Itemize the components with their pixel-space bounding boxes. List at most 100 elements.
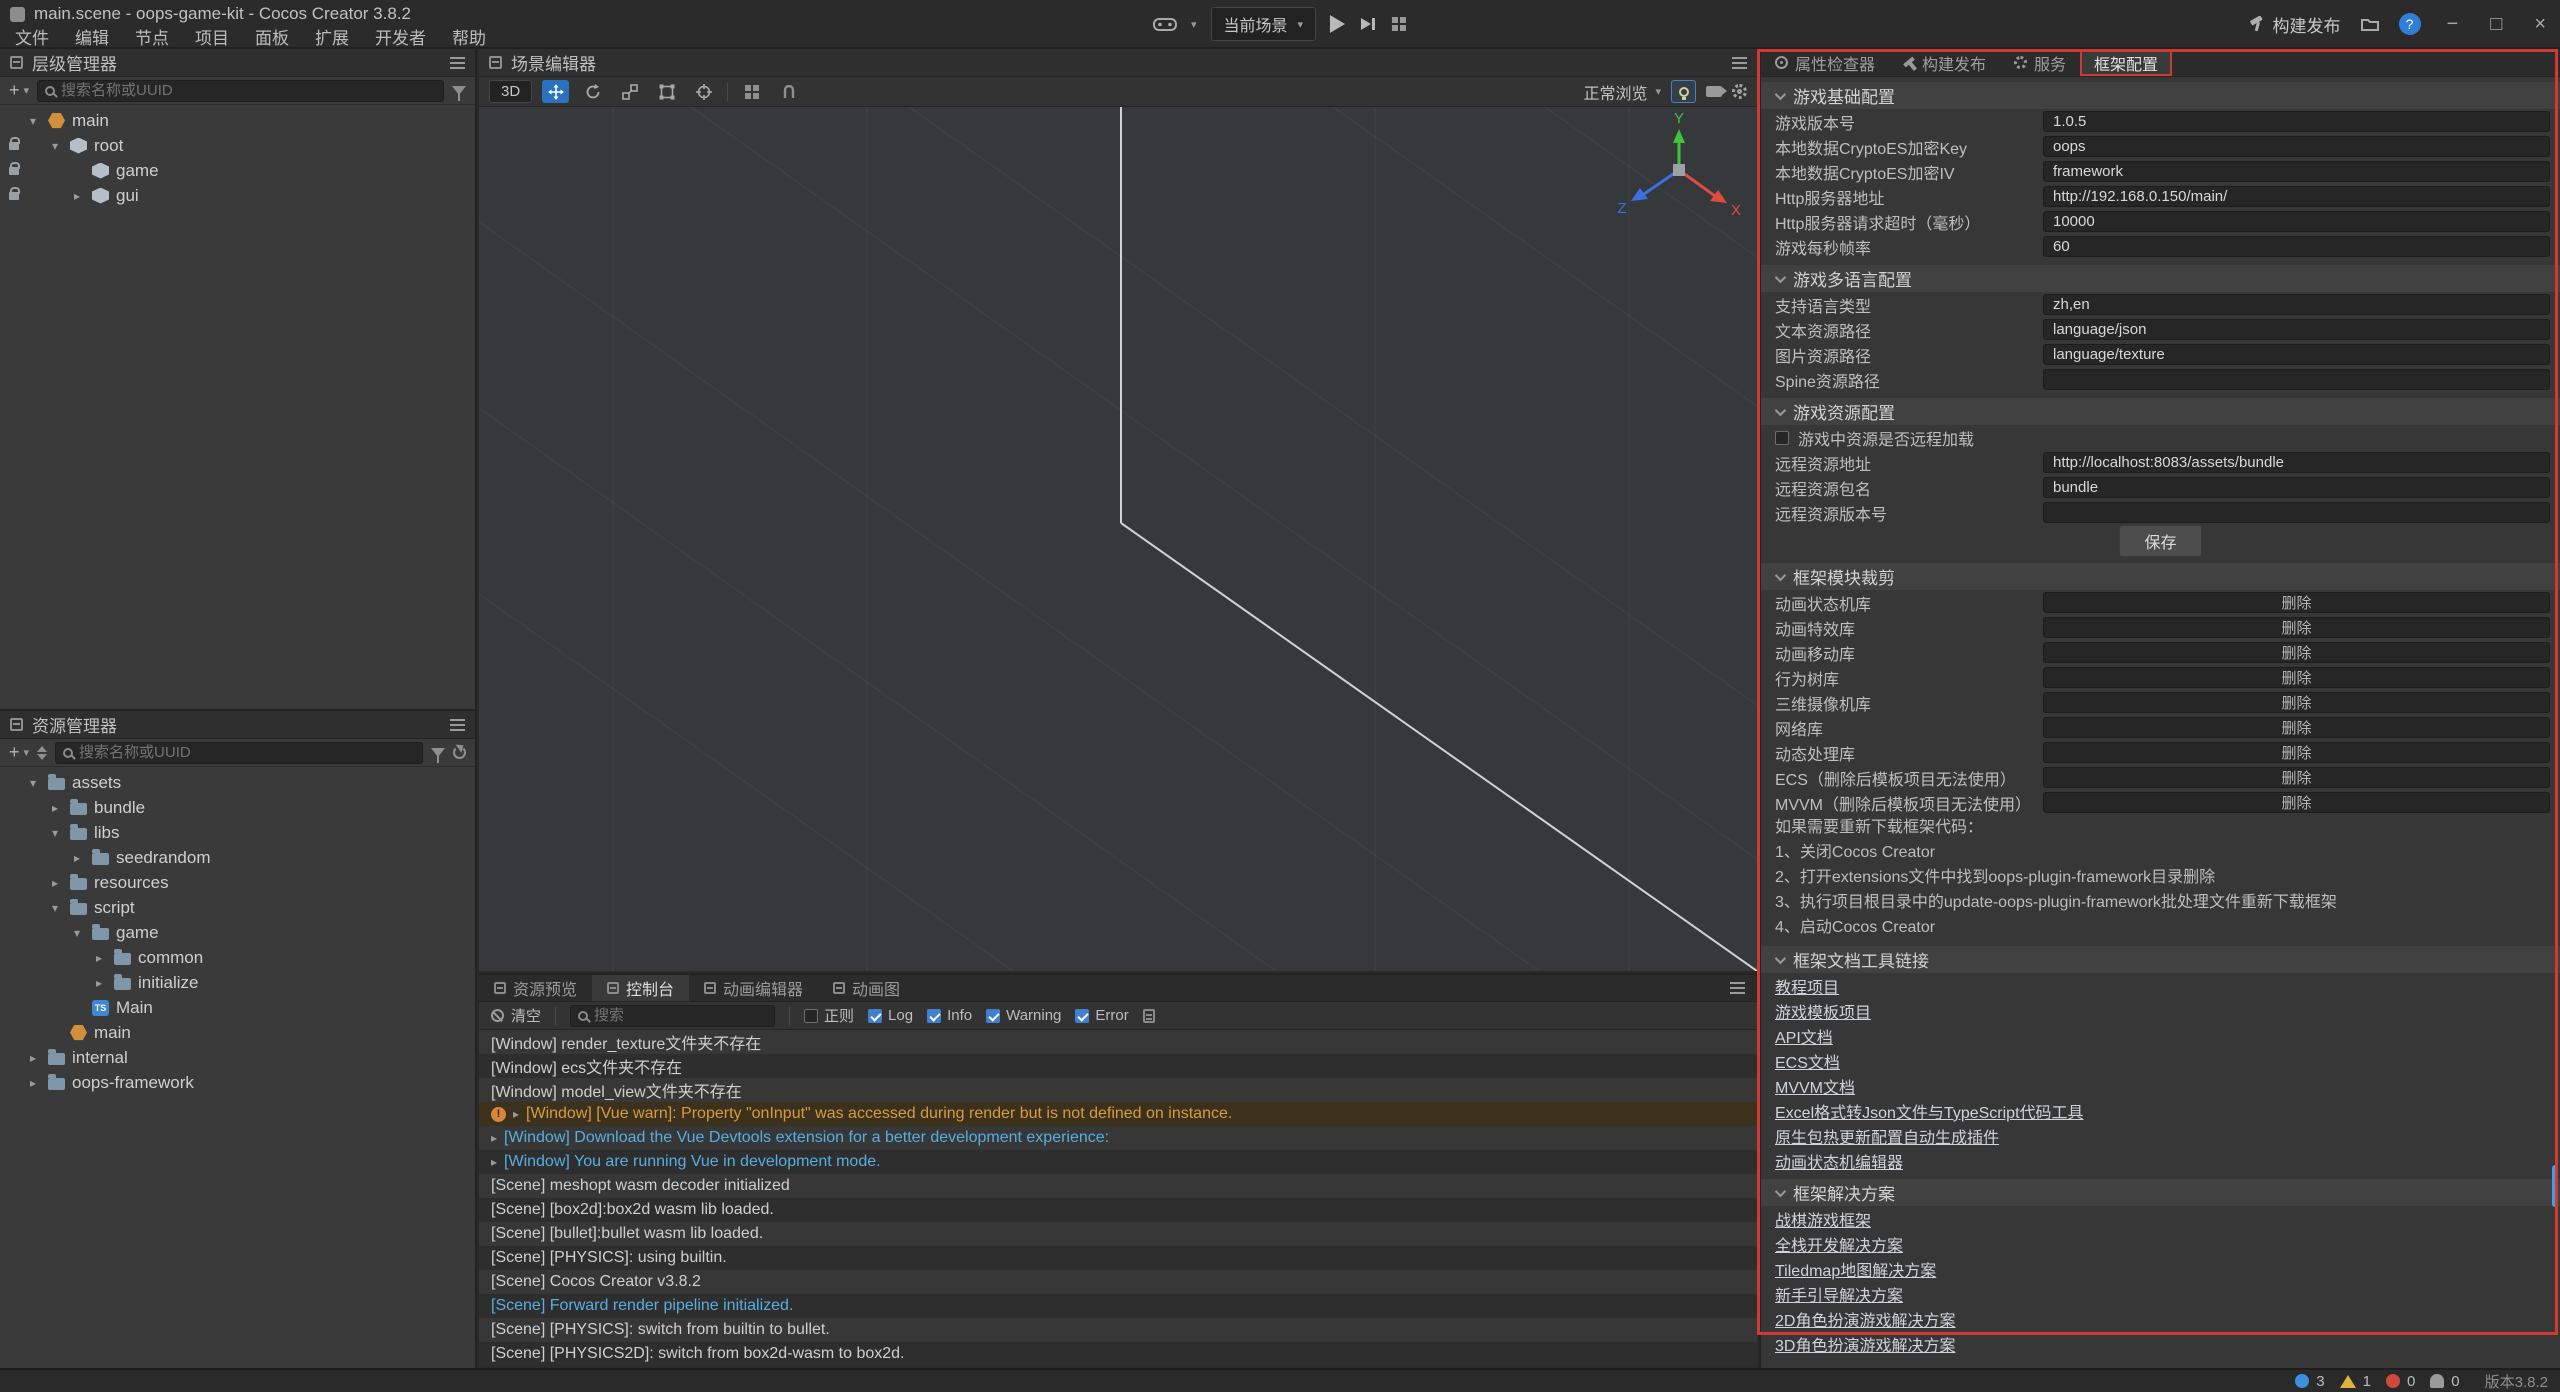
move-tool-button[interactable] bbox=[542, 80, 569, 103]
panel-menu-icon[interactable] bbox=[450, 724, 465, 726]
doc-link[interactable]: 游戏模板项目 bbox=[1775, 999, 1871, 1023]
log-row[interactable]: [Scene] meshopt wasm decoder initialized bbox=[479, 1174, 1757, 1198]
console-filter-checkbox[interactable]: 正则 bbox=[804, 1005, 854, 1026]
remote-load-checkbox-row[interactable]: 游戏中资源是否远程加载 bbox=[1761, 425, 2560, 450]
solution-link[interactable]: 2D角色扮演游戏解决方案 bbox=[1775, 1307, 1955, 1331]
property-input[interactable] bbox=[2043, 211, 2550, 232]
property-input[interactable] bbox=[2043, 344, 2550, 365]
axis-gizmo[interactable]: Y X Z bbox=[1617, 110, 1741, 219]
log-row[interactable]: [Window] render_texture文件夹不存在 bbox=[479, 1030, 1757, 1054]
asset-row[interactable]: assets bbox=[0, 770, 475, 795]
gamepad-icon[interactable] bbox=[1153, 16, 1177, 32]
menu-item[interactable]: 开发者 bbox=[362, 24, 439, 49]
delete-module-button[interactable]: 删除 bbox=[2043, 742, 2550, 763]
expand-arrow-icon[interactable] bbox=[491, 1155, 497, 1169]
hierarchy-searchbox[interactable] bbox=[37, 80, 444, 102]
expand-arrow-icon[interactable] bbox=[52, 876, 70, 890]
expand-arrow-icon[interactable] bbox=[74, 189, 92, 203]
scene-camera-icon[interactable] bbox=[1706, 86, 1722, 97]
property-input[interactable] bbox=[2043, 186, 2550, 207]
property-input[interactable] bbox=[2043, 502, 2550, 523]
log-row[interactable]: [Scene] [box2d]:box2d wasm lib loaded. bbox=[479, 1198, 1757, 1222]
hierarchy-node-row[interactable]: game bbox=[0, 158, 475, 183]
menu-item[interactable]: 帮助 bbox=[439, 24, 499, 49]
filter-icon[interactable] bbox=[431, 748, 445, 757]
add-node-button[interactable]: +▾ bbox=[9, 80, 29, 101]
menu-item[interactable]: 面板 bbox=[242, 24, 302, 49]
layout-grid-icon[interactable] bbox=[1391, 16, 1407, 32]
log-row[interactable]: [Scene] [bullet]:bullet wasm lib loaded. bbox=[479, 1222, 1757, 1246]
doc-link[interactable]: 动画状态机编辑器 bbox=[1775, 1149, 1903, 1173]
asset-row[interactable]: resources bbox=[0, 870, 475, 895]
add-asset-button[interactable]: +▾ bbox=[9, 742, 29, 763]
scene-viewport[interactable]: Y X Z bbox=[479, 107, 1757, 971]
console-tab[interactable]: 资源预览 bbox=[479, 975, 592, 1001]
assets-searchbox[interactable] bbox=[55, 742, 423, 764]
solution-link[interactable]: Tiledmap地图解决方案 bbox=[1775, 1257, 1936, 1281]
chevron-down-icon[interactable]: ▾ bbox=[1191, 18, 1197, 31]
menu-item[interactable]: 项目 bbox=[182, 24, 242, 49]
property-input[interactable] bbox=[2043, 136, 2550, 157]
rect-tool-button[interactable] bbox=[653, 80, 680, 103]
expand-arrow-icon[interactable] bbox=[52, 139, 70, 153]
lock-icon[interactable] bbox=[9, 142, 19, 150]
delete-module-button[interactable]: 删除 bbox=[2043, 717, 2550, 738]
console-filter-checkbox[interactable]: Warning bbox=[986, 1007, 1061, 1024]
mode-3d-toggle[interactable]: 3D bbox=[489, 80, 532, 103]
console-tab[interactable]: 动画编辑器 bbox=[689, 975, 818, 1001]
close-button[interactable]: × bbox=[2528, 13, 2552, 36]
expand-arrow-icon[interactable] bbox=[30, 776, 48, 790]
console-tab[interactable]: 动画图 bbox=[818, 975, 915, 1001]
solution-link[interactable]: 全栈开发解决方案 bbox=[1775, 1232, 1903, 1256]
property-input[interactable] bbox=[2043, 236, 2550, 257]
log-row[interactable]: [Window] You are running Vue in developm… bbox=[479, 1150, 1757, 1174]
build-publish-button[interactable]: 构建发布 bbox=[2249, 12, 2341, 37]
console-searchbox[interactable] bbox=[570, 1005, 775, 1027]
log-row[interactable]: [Scene] [PHYSICS]: using builtin. bbox=[479, 1246, 1757, 1270]
asset-row[interactable]: internal bbox=[0, 1045, 475, 1070]
section-game-basic[interactable]: 游戏基础配置 bbox=[1761, 82, 2560, 109]
notification-bell-icon[interactable] bbox=[2430, 1374, 2444, 1388]
log-row[interactable]: [Scene] Forward render pipeline initiali… bbox=[479, 1294, 1757, 1318]
menu-item[interactable]: 文件 bbox=[2, 24, 62, 49]
checkbox-icon[interactable] bbox=[1775, 431, 1789, 445]
scene-settings-icon[interactable] bbox=[1732, 84, 1747, 99]
console-filter-checkbox[interactable]: Log bbox=[868, 1007, 913, 1024]
expand-arrow-icon[interactable] bbox=[491, 1131, 497, 1145]
menu-item[interactable]: 节点 bbox=[122, 24, 182, 49]
sort-icon[interactable] bbox=[37, 746, 47, 760]
section-game-res[interactable]: 游戏资源配置 bbox=[1761, 398, 2560, 425]
hierarchy-search-input[interactable] bbox=[61, 82, 436, 99]
view-mode-select[interactable]: 正常浏览 ▾ bbox=[1583, 80, 1661, 104]
property-input[interactable] bbox=[2043, 369, 2550, 390]
expand-arrow-icon[interactable] bbox=[96, 976, 114, 990]
property-input[interactable] bbox=[2043, 452, 2550, 473]
log-row[interactable]: [Window] model_view文件夹不存在 bbox=[479, 1078, 1757, 1102]
hierarchy-node-row[interactable]: gui bbox=[0, 183, 475, 208]
section-i18n[interactable]: 游戏多语言配置 bbox=[1761, 265, 2560, 292]
expand-arrow-icon[interactable] bbox=[52, 801, 70, 815]
expand-arrow-icon[interactable] bbox=[96, 951, 114, 965]
asset-row[interactable]: seedrandom bbox=[0, 845, 475, 870]
property-input[interactable] bbox=[2043, 477, 2550, 498]
folder-icon[interactable] bbox=[2361, 17, 2379, 31]
minimize-button[interactable]: − bbox=[2441, 13, 2465, 36]
asset-row[interactable]: script bbox=[0, 895, 475, 920]
panel-menu-icon[interactable] bbox=[1730, 987, 1745, 989]
delete-module-button[interactable]: 删除 bbox=[2043, 592, 2550, 613]
expand-arrow-icon[interactable] bbox=[74, 926, 92, 940]
property-input[interactable] bbox=[2043, 294, 2550, 315]
filter-icon[interactable] bbox=[452, 86, 466, 95]
doc-link[interactable]: 原生包热更新配置自动生成插件 bbox=[1775, 1124, 1999, 1148]
maximize-button[interactable]: □ bbox=[2484, 13, 2508, 36]
info-count-icon[interactable] bbox=[2295, 1374, 2309, 1388]
clear-console-button[interactable]: 清空 bbox=[491, 1005, 541, 1026]
console-tab[interactable]: 控制台 bbox=[592, 975, 689, 1001]
expand-arrow-icon[interactable] bbox=[30, 114, 48, 128]
asset-row[interactable]: oops-framework bbox=[0, 1070, 475, 1095]
assets-search-input[interactable] bbox=[79, 744, 415, 761]
doc-link[interactable]: 教程项目 bbox=[1775, 974, 1839, 998]
log-row[interactable]: [Scene] [PHYSICS2D]: switch from box2d-w… bbox=[479, 1342, 1757, 1366]
help-icon[interactable]: ? bbox=[2399, 13, 2421, 35]
section-doc-links[interactable]: 框架文档工具链接 bbox=[1761, 946, 2560, 973]
